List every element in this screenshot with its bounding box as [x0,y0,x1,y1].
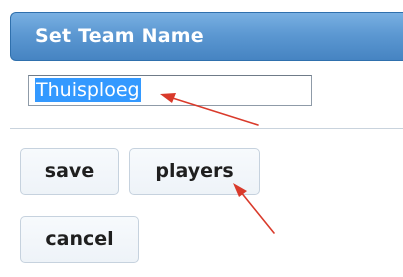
dialog-title-bar: Set Team Name [10,12,403,61]
players-button[interactable]: players [129,148,260,195]
dialog-title: Set Team Name [35,25,204,47]
set-team-name-dialog: Set Team Name Thuisploeg save players ca… [0,0,403,277]
cancel-button[interactable]: cancel [20,216,139,263]
divider [10,128,403,129]
team-name-input[interactable] [28,75,312,106]
save-button[interactable]: save [20,148,119,195]
